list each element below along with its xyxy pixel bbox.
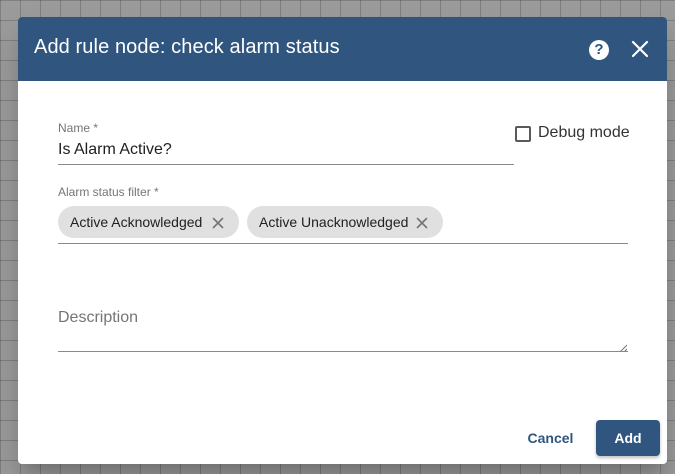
chip-remove-icon[interactable]: [212, 216, 224, 229]
name-field-underline: [58, 164, 514, 165]
debug-mode-checkbox[interactable]: [515, 126, 531, 142]
alarm-status-filter-underline: [58, 243, 628, 244]
chip-label: Active Acknowledged: [70, 214, 203, 230]
chip-active-acknowledged[interactable]: Active Acknowledged: [58, 206, 239, 238]
chip-active-unacknowledged[interactable]: Active Unacknowledged: [247, 206, 443, 238]
name-field-label: Name *: [58, 121, 99, 135]
name-field[interactable]: Is Alarm Active?: [58, 141, 172, 159]
description-field[interactable]: Description: [58, 309, 138, 327]
dialog-title: Add rule node: check alarm status: [34, 36, 340, 58]
dialog-header: Add rule node: check alarm status ?: [18, 17, 667, 81]
cancel-button[interactable]: Cancel: [512, 420, 589, 456]
add-rule-node-dialog: Add rule node: check alarm status ? Name…: [18, 17, 667, 464]
help-icon[interactable]: ?: [589, 40, 609, 60]
add-button[interactable]: Add: [596, 420, 660, 456]
debug-mode-label[interactable]: Debug mode: [538, 124, 630, 142]
chip-label: Active Unacknowledged: [259, 214, 409, 230]
resize-handle-icon[interactable]: [619, 339, 628, 353]
description-field-underline: [58, 351, 628, 352]
alarm-status-filter-label: Alarm status filter *: [58, 185, 159, 199]
close-icon[interactable]: [630, 39, 650, 59]
chip-remove-icon[interactable]: [416, 216, 428, 229]
